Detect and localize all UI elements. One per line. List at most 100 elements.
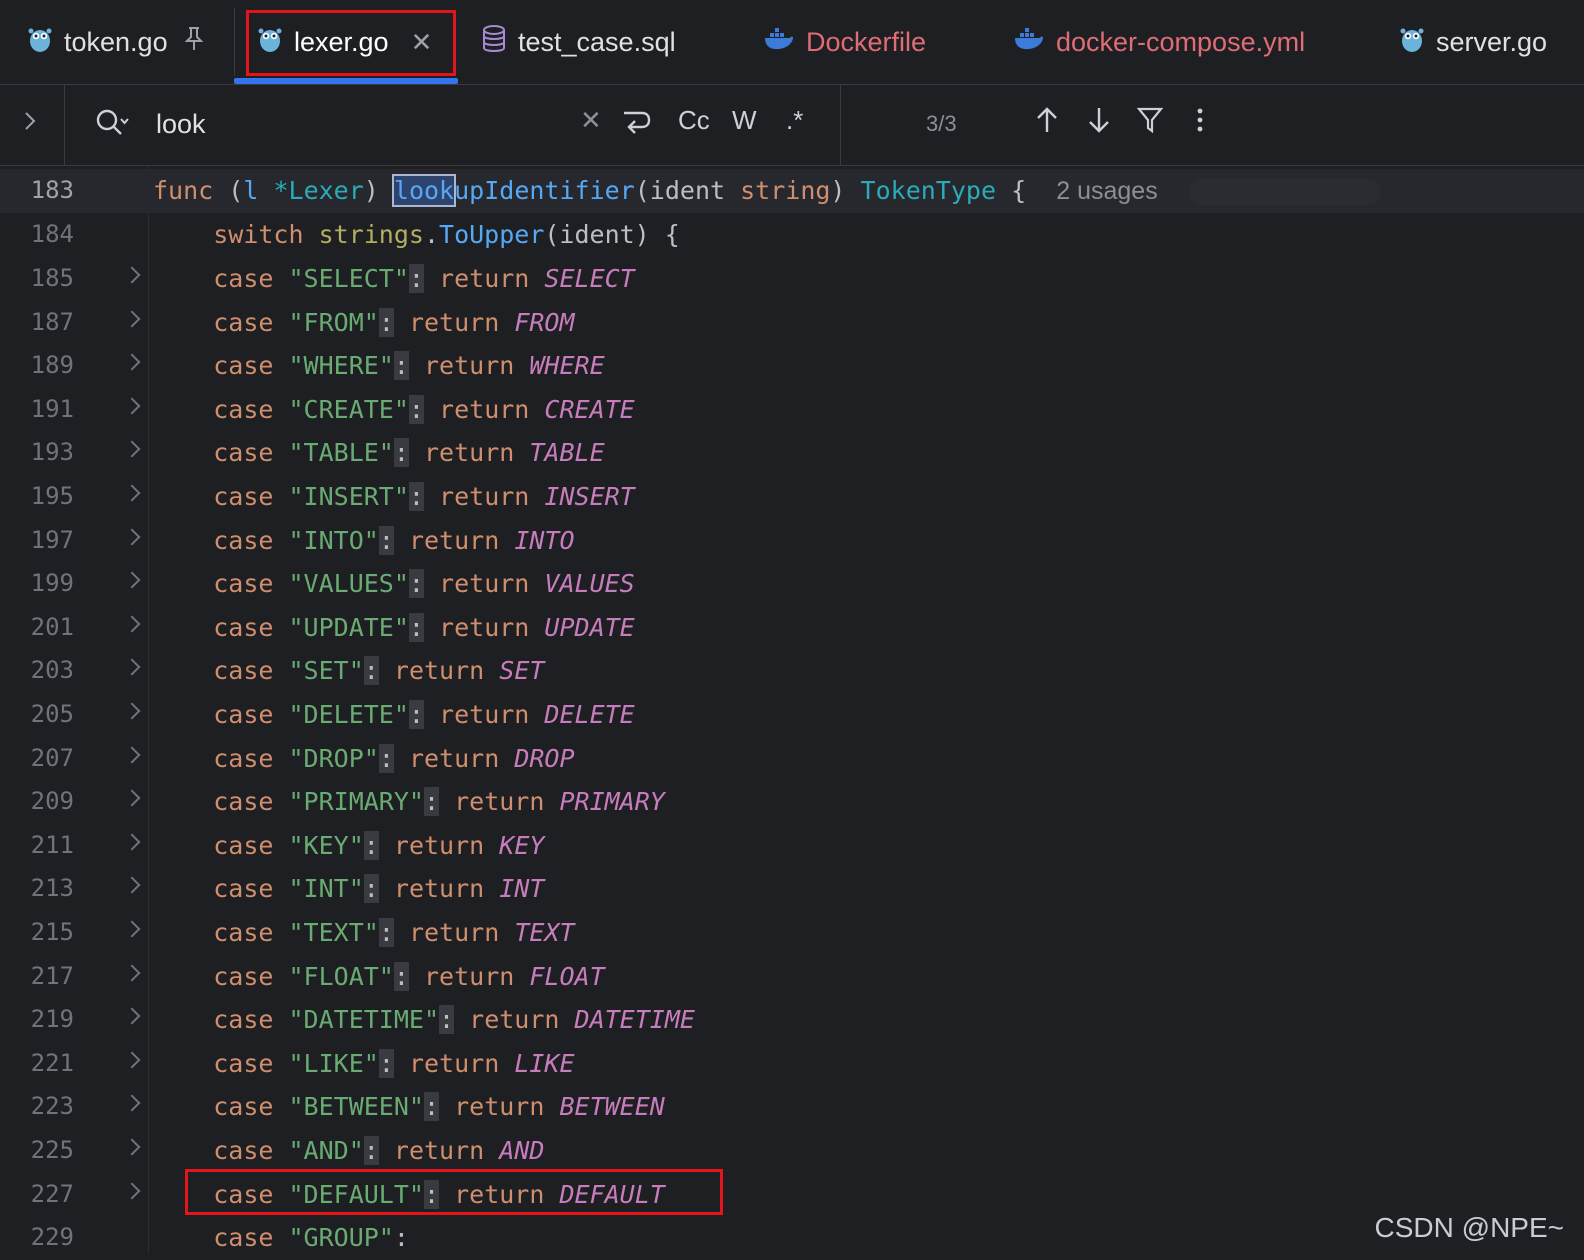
code-text: case "FROM": return FROM xyxy=(213,307,575,337)
close-tab-icon[interactable]: ✕ xyxy=(411,27,433,58)
fold-chevron-icon[interactable] xyxy=(123,702,141,720)
fold-chevron-icon[interactable] xyxy=(123,833,141,851)
tab-dockerfile[interactable]: Dockerfile xyxy=(764,0,926,84)
code-line[interactable]: 185 case "SELECT": return SELECT xyxy=(0,257,1584,301)
fold-chevron-icon[interactable] xyxy=(123,1051,141,1069)
tab-token-go[interactable]: token.go xyxy=(28,0,204,84)
fold-chevron-icon[interactable] xyxy=(123,528,141,546)
code-editor[interactable]: 183 func (l *Lexer) lookupIdentifier(ide… xyxy=(0,166,1584,1254)
fold-chevron-icon[interactable] xyxy=(123,1138,141,1156)
tab-label: test_case.sql xyxy=(518,26,676,57)
words-button[interactable]: W xyxy=(732,105,757,136)
usages-hint[interactable]: 2 usages xyxy=(1056,177,1157,205)
code-line[interactable]: 187 case "FROM": return FROM xyxy=(0,301,1584,345)
code-line[interactable]: 219 case "DATETIME": return DATETIME xyxy=(0,998,1584,1042)
code-line-183[interactable]: 183 func (l *Lexer) lookupIdentifier(ide… xyxy=(0,169,1584,213)
fold-chevron-icon[interactable] xyxy=(123,310,141,328)
code-line[interactable]: 203 case "SET": return SET xyxy=(0,649,1584,693)
more-options-icon[interactable] xyxy=(1190,105,1210,142)
match-case-button[interactable]: Cc xyxy=(678,105,710,136)
tab-server-go[interactable]: server.go xyxy=(1400,0,1547,84)
code-text: case "DELETE": return DELETE xyxy=(213,700,635,729)
code-text: case "INSERT": return INSERT xyxy=(213,482,635,511)
code-line[interactable]: 223 case "BETWEEN": return BETWEEN xyxy=(0,1085,1584,1129)
fold-chevron-icon[interactable] xyxy=(123,484,141,502)
search-input[interactable] xyxy=(156,103,556,145)
fold-chevron-icon[interactable] xyxy=(123,658,141,676)
tab-label: lexer.go xyxy=(294,26,389,57)
code-line[interactable]: 189 case "WHERE": return WHERE xyxy=(0,344,1584,388)
line-number: 221 xyxy=(30,1048,74,1077)
line-number: 193 xyxy=(30,438,74,467)
code-text: case "TABLE": return TABLE xyxy=(213,438,605,468)
line-number: 209 xyxy=(30,787,74,816)
code-line-184[interactable]: 184 switch strings.ToUpper(ident) { xyxy=(0,213,1584,257)
docker-icon xyxy=(1014,27,1044,58)
code-line[interactable]: 225 case "AND": return AND xyxy=(0,1129,1584,1173)
code-line[interactable]: 221 case "LIKE": return LIKE xyxy=(0,1042,1584,1086)
code-line[interactable]: 207 case "DROP": return DROP xyxy=(0,737,1584,781)
watermark: CSDN @NPE~ xyxy=(1374,1212,1564,1243)
code-line-229[interactable]: 229 case "GROUP": xyxy=(0,1216,1584,1260)
tab-test-case-sql[interactable]: test_case.sql xyxy=(482,0,676,84)
gopher-icon xyxy=(28,25,52,60)
code-text: case "LIKE": return LIKE xyxy=(213,1048,575,1078)
next-occurrence-icon[interactable] xyxy=(1086,105,1112,142)
fold-chevron-icon[interactable] xyxy=(123,353,141,371)
line-number: 191 xyxy=(30,394,74,423)
fold-chevron-icon[interactable] xyxy=(123,876,141,894)
line-number: 207 xyxy=(30,743,74,772)
fold-chevron-icon[interactable] xyxy=(123,746,141,764)
code-line[interactable]: 195 case "INSERT": return INSERT xyxy=(0,475,1584,519)
tab-label: docker-compose.yml xyxy=(1056,26,1306,57)
fold-chevron-icon[interactable] xyxy=(123,920,141,938)
code-line[interactable]: 217 case "FLOAT": return FLOAT xyxy=(0,955,1584,999)
code-text: case "SELECT": return SELECT xyxy=(213,264,635,293)
find-bar: ✕ Cc W .* 3/3 xyxy=(0,85,1584,166)
code-text: case "SET": return SET xyxy=(213,656,545,686)
code-text: case "AND": return AND xyxy=(213,1136,545,1165)
code-line[interactable]: 201 case "UPDATE": return UPDATE xyxy=(0,606,1584,650)
tab-docker-compose[interactable]: docker-compose.yml xyxy=(1014,0,1305,84)
fold-chevron-icon[interactable] xyxy=(123,440,141,458)
tab-divider xyxy=(234,8,235,76)
regex-button[interactable]: .* xyxy=(786,105,803,136)
search-history-icon[interactable] xyxy=(94,107,130,146)
line-number: 197 xyxy=(30,525,74,554)
divider xyxy=(840,85,841,165)
fold-chevron-icon[interactable] xyxy=(123,1007,141,1025)
fold-chevron-icon[interactable] xyxy=(123,789,141,807)
fold-chevron-icon[interactable] xyxy=(123,1094,141,1112)
code-line[interactable]: 227 case "DEFAULT": return DEFAULT xyxy=(0,1173,1584,1217)
expand-replace-chevron-icon[interactable] xyxy=(20,107,40,142)
code-line[interactable]: 197 case "INTO": return INTO xyxy=(0,519,1584,563)
line-number: 195 xyxy=(30,482,74,510)
fold-chevron-icon[interactable] xyxy=(123,571,141,589)
line-number: 205 xyxy=(30,700,74,728)
line-number: 189 xyxy=(30,351,74,380)
code-line[interactable]: 205 case "DELETE": return DELETE xyxy=(0,693,1584,737)
fold-chevron-icon[interactable] xyxy=(123,1182,141,1200)
new-line-icon[interactable] xyxy=(620,105,652,142)
fold-chevron-icon[interactable] xyxy=(123,266,141,284)
line-number: 185 xyxy=(30,264,74,292)
fold-chevron-icon[interactable] xyxy=(123,964,141,982)
pin-icon[interactable] xyxy=(184,26,204,58)
code-line[interactable]: 213 case "INT": return INT xyxy=(0,867,1584,911)
code-line[interactable]: 199 case "VALUES": return VALUES xyxy=(0,562,1584,606)
clear-search-icon[interactable]: ✕ xyxy=(580,105,602,136)
line-number: 215 xyxy=(30,918,74,946)
code-line[interactable]: 215 case "TEXT": return TEXT xyxy=(0,911,1584,955)
fold-chevron-icon[interactable] xyxy=(123,397,141,415)
code-text: case "DATETIME": return DATETIME xyxy=(213,1005,695,1035)
gopher-icon xyxy=(1400,25,1424,60)
code-line[interactable]: 209 case "PRIMARY": return PRIMARY xyxy=(0,780,1584,824)
tab-label: server.go xyxy=(1436,26,1548,57)
previous-occurrence-icon[interactable] xyxy=(1034,105,1060,142)
code-line[interactable]: 191 case "CREATE": return CREATE xyxy=(0,388,1584,432)
fold-chevron-icon[interactable] xyxy=(123,615,141,633)
code-line[interactable]: 193 case "TABLE": return TABLE xyxy=(0,431,1584,475)
filter-icon[interactable] xyxy=(1136,105,1164,142)
code-line[interactable]: 211 case "KEY": return KEY xyxy=(0,824,1584,868)
tab-lexer-go[interactable]: lexer.go ✕ xyxy=(258,0,432,84)
